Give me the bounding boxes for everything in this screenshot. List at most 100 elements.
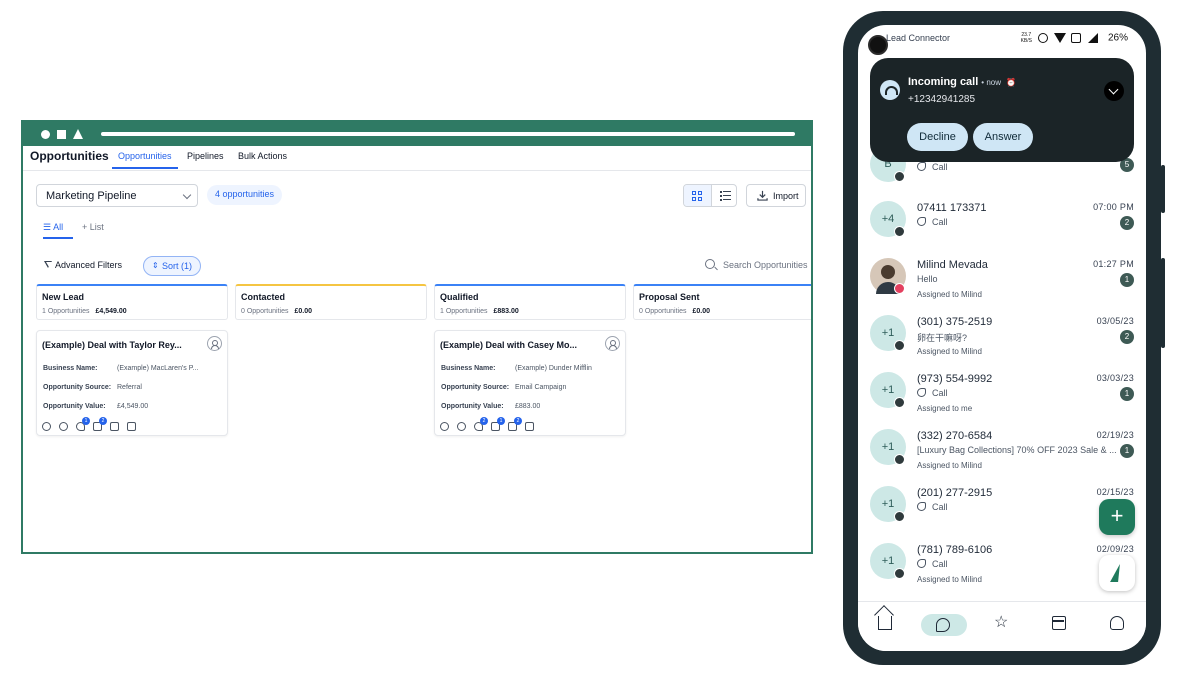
list-icon bbox=[720, 191, 731, 201]
calendar-icon[interactable] bbox=[525, 422, 534, 431]
conversation-name: (332) 270-6584 bbox=[917, 430, 993, 442]
address-bar bbox=[101, 132, 795, 136]
phone-icon[interactable] bbox=[440, 422, 449, 431]
list-icon: ☰ bbox=[43, 222, 54, 232]
search-icon bbox=[705, 259, 715, 269]
sort-button[interactable]: ⇕ Sort (1) bbox=[143, 256, 202, 276]
column-new-lead: New Lead 1 Opportunities £4,549.00 bbox=[36, 284, 228, 320]
conversation-item[interactable]: Milind Mevada Hello Assigned to Milind 0… bbox=[858, 252, 1146, 309]
search-opportunities-input[interactable]: Search Opportunities bbox=[703, 259, 808, 270]
conversation-preview: Call bbox=[917, 502, 1117, 512]
assign-user-icon[interactable] bbox=[207, 336, 222, 351]
phone-screen: Lead Connector 23.7 KB/S 26% Incoming call… bbox=[858, 25, 1146, 651]
square-shape-icon bbox=[57, 130, 66, 139]
grid-icon bbox=[692, 191, 702, 201]
card-field: Opportunity Source: Email Campaign bbox=[441, 384, 567, 391]
caller-number: +12342941285 bbox=[908, 94, 976, 105]
card-field: Opportunity Value: £4,549.00 bbox=[43, 403, 149, 410]
list-view-button[interactable] bbox=[711, 185, 736, 206]
advanced-filters-button[interactable]: Advanced Filters bbox=[38, 256, 129, 276]
notes-count-badge: 1 bbox=[497, 417, 505, 425]
subtab-all-label: All bbox=[53, 222, 64, 232]
calendar-icon[interactable] bbox=[1052, 616, 1066, 630]
status-bar: Lead Connector 23.7 KB/S 26% bbox=[858, 25, 1146, 55]
active-tab-indicator bbox=[112, 167, 178, 169]
column-meta: 1 Opportunities £883.00 bbox=[440, 308, 519, 315]
import-button[interactable]: Import bbox=[746, 184, 806, 207]
conversation-name: (301) 375-2519 bbox=[917, 316, 993, 328]
task-icon[interactable] bbox=[110, 422, 119, 431]
tab-pipelines[interactable]: Pipelines bbox=[187, 151, 224, 161]
unread-count: 2 bbox=[1120, 330, 1134, 344]
calendar-icon[interactable] bbox=[127, 422, 136, 431]
advanced-filters-label: Advanced Filters bbox=[55, 260, 123, 270]
conversations-icon[interactable] bbox=[936, 618, 950, 632]
tab-bulk-actions[interactable]: Bulk Actions bbox=[238, 151, 287, 161]
crm-window: Opportunities Opportunities Pipelines Bu… bbox=[21, 120, 813, 554]
chevron-down-icon bbox=[182, 190, 192, 200]
answer-button[interactable]: Answer bbox=[973, 123, 1033, 151]
conversation-time: 03/03/23 bbox=[1096, 373, 1134, 383]
opportunity-card[interactable]: (Example) Deal with Taylor Rey... Busine… bbox=[36, 330, 228, 436]
conversation-preview: Call bbox=[917, 162, 1117, 172]
conversation-preview: Call bbox=[917, 559, 1117, 569]
conversation-item[interactable]: +1 (301) 375-2519 卵在干嘛呀? Assigned to Mil… bbox=[858, 309, 1146, 366]
chat-icon[interactable] bbox=[59, 422, 68, 431]
conversation-name: Milind Mevada bbox=[917, 259, 988, 271]
phone-icon[interactable] bbox=[42, 422, 51, 431]
subtab-indicator bbox=[43, 237, 73, 239]
assign-user-icon[interactable] bbox=[605, 336, 620, 351]
sort-label: Sort (1) bbox=[162, 261, 193, 271]
unread-count: 1 bbox=[1120, 387, 1134, 401]
conversation-time: 07:00 PM bbox=[1093, 202, 1134, 212]
decline-button[interactable]: Decline bbox=[907, 123, 968, 151]
top-nav: Opportunities Opportunities Pipelines Bu… bbox=[23, 146, 811, 171]
card-field: Opportunity Value: £883.00 bbox=[441, 403, 541, 410]
star-icon[interactable]: ☆ bbox=[994, 615, 1008, 631]
board-view-button[interactable] bbox=[684, 185, 711, 206]
conversation-time: 02/19/23 bbox=[1096, 430, 1134, 440]
column-name: Qualified bbox=[440, 292, 479, 302]
subtab-all[interactable]: ☰ All bbox=[43, 222, 63, 233]
chat-icon[interactable] bbox=[457, 422, 466, 431]
column-meta: 0 Opportunities £0.00 bbox=[639, 308, 711, 315]
opportunity-count-badge: 4 opportunities bbox=[207, 185, 283, 205]
assigned-to: Assigned to Milind bbox=[917, 461, 982, 470]
new-conversation-button[interactable]: + bbox=[1099, 499, 1135, 535]
conversation-preview: Call bbox=[917, 388, 1117, 398]
status-indicators: 23.7 KB/S 26% bbox=[1021, 32, 1128, 44]
home-icon[interactable] bbox=[878, 616, 892, 630]
conversation-name: (973) 554-9992 bbox=[917, 373, 993, 385]
opportunity-card[interactable]: (Example) Deal with Casey Mo... Business… bbox=[434, 330, 626, 436]
sms-channel-icon bbox=[894, 340, 905, 351]
tag-count-badge: 2 bbox=[480, 417, 488, 425]
card-field: Opportunity Source: Referral bbox=[43, 384, 142, 391]
wifi-icon bbox=[1053, 33, 1066, 43]
conversation-item[interactable]: +1 (973) 554-9992 Call Assigned to me 03… bbox=[858, 366, 1146, 423]
assigned-to: Assigned to Milind bbox=[917, 575, 982, 584]
tab-opportunities[interactable]: Opportunities bbox=[118, 151, 172, 161]
conversation-time: 02/09/23 bbox=[1096, 544, 1134, 554]
unread-count: 1 bbox=[1120, 273, 1134, 287]
phone-channel-icon bbox=[894, 568, 905, 579]
quick-actions-bolt-icon[interactable] bbox=[1099, 555, 1135, 591]
conversation-name: 07411 173371 bbox=[917, 202, 987, 214]
phone-icon bbox=[917, 162, 926, 171]
contacts-icon[interactable] bbox=[1110, 616, 1124, 630]
pipeline-select[interactable]: Marketing Pipeline bbox=[36, 184, 198, 207]
column-name: New Lead bbox=[42, 292, 85, 302]
phone-channel-icon bbox=[894, 397, 905, 408]
incoming-call-notification: Incoming call • now ⏰ +12342941285 Declin… bbox=[870, 58, 1134, 162]
phone-channel-icon bbox=[894, 171, 905, 182]
card-title: (Example) Deal with Taylor Rey... bbox=[42, 340, 182, 350]
assigned-to: Assigned to me bbox=[917, 404, 973, 413]
conversation-name: (201) 277-2915 bbox=[917, 487, 993, 499]
conversation-item[interactable]: +4 07411 173371 Call 07:00 PM 2 bbox=[858, 195, 1146, 252]
conversation-item[interactable]: +1 (332) 270-6584 [Luxury Bag Collection… bbox=[858, 423, 1146, 480]
collapse-notification-button[interactable] bbox=[1104, 81, 1124, 101]
conversation-time: 01:27 PM bbox=[1093, 259, 1134, 269]
add-list-button[interactable]: + List bbox=[82, 222, 104, 232]
phone-icon bbox=[917, 559, 926, 568]
cast-icon bbox=[1070, 33, 1081, 43]
phone-volume-button bbox=[1161, 258, 1165, 348]
